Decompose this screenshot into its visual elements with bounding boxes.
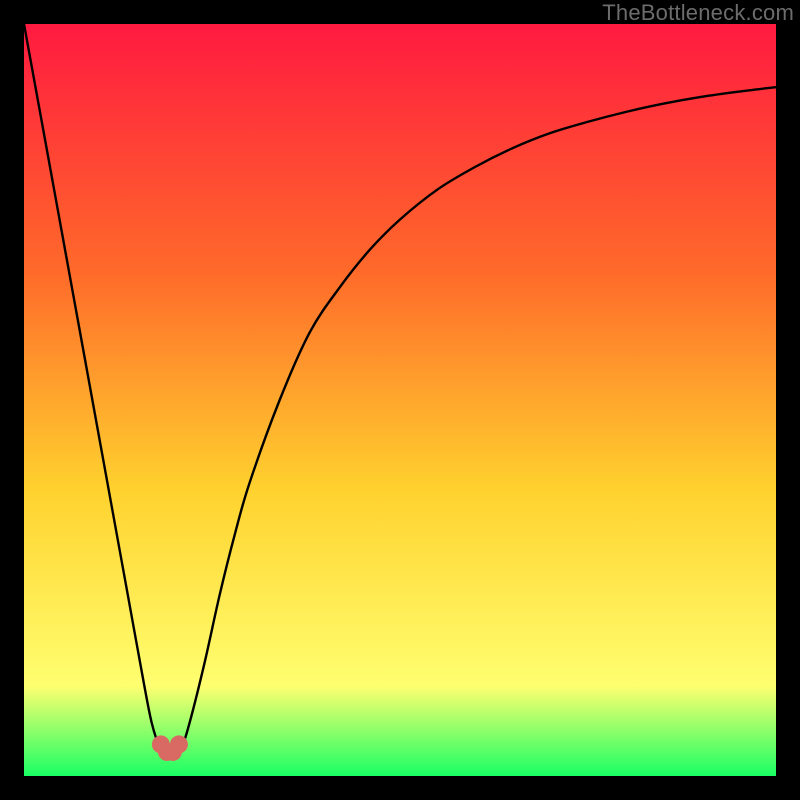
minimum-marker xyxy=(170,735,188,753)
watermark-text: TheBottleneck.com xyxy=(602,0,794,26)
gradient-background xyxy=(24,24,776,776)
plot-area xyxy=(24,24,776,776)
outer-frame: TheBottleneck.com xyxy=(0,0,800,800)
bottleneck-chart-svg xyxy=(24,24,776,776)
